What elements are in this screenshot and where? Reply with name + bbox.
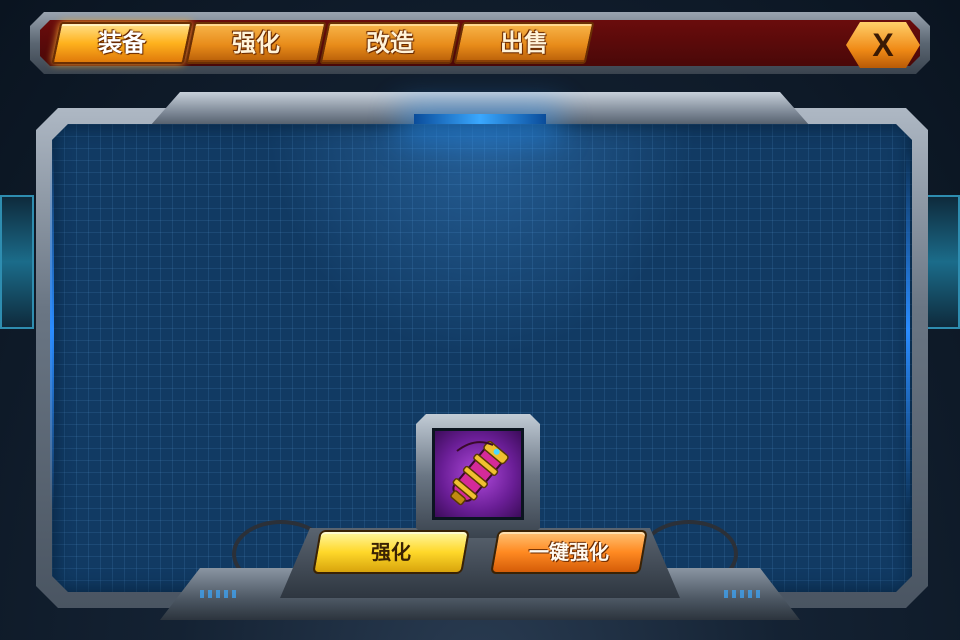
- tab-enhance-label: 强化: [232, 29, 280, 57]
- purple-cannon-icon: [450, 440, 509, 506]
- console-vent-right: [724, 590, 760, 598]
- tab-modify[interactable]: 改造: [319, 22, 461, 64]
- panel-light: [414, 114, 546, 124]
- one-click-enhance-button-label: 一键强化: [529, 540, 609, 564]
- one-click-enhance-button[interactable]: 一键强化: [490, 530, 648, 574]
- panel-edge-glow-right: [906, 150, 910, 510]
- console-vent-left: [200, 590, 236, 598]
- tab-equipment-label: 装备: [98, 29, 146, 57]
- tab-equipment[interactable]: 装备: [51, 22, 193, 64]
- close-button[interactable]: X: [846, 22, 920, 68]
- tab-modify-label: 改造: [366, 29, 414, 57]
- background-light-left: [0, 195, 34, 329]
- close-icon: X: [872, 27, 894, 63]
- background-light-right: [926, 195, 960, 329]
- tab-sell[interactable]: 出售: [453, 22, 595, 64]
- enhance-button[interactable]: 强化: [312, 530, 470, 574]
- panel-edge-glow-left: [50, 150, 54, 510]
- tab-enhance[interactable]: 强化: [185, 22, 327, 64]
- equipment-slot[interactable]: [432, 428, 524, 520]
- enhance-button-label: 强化: [371, 540, 411, 564]
- tab-sell-label: 出售: [500, 29, 548, 57]
